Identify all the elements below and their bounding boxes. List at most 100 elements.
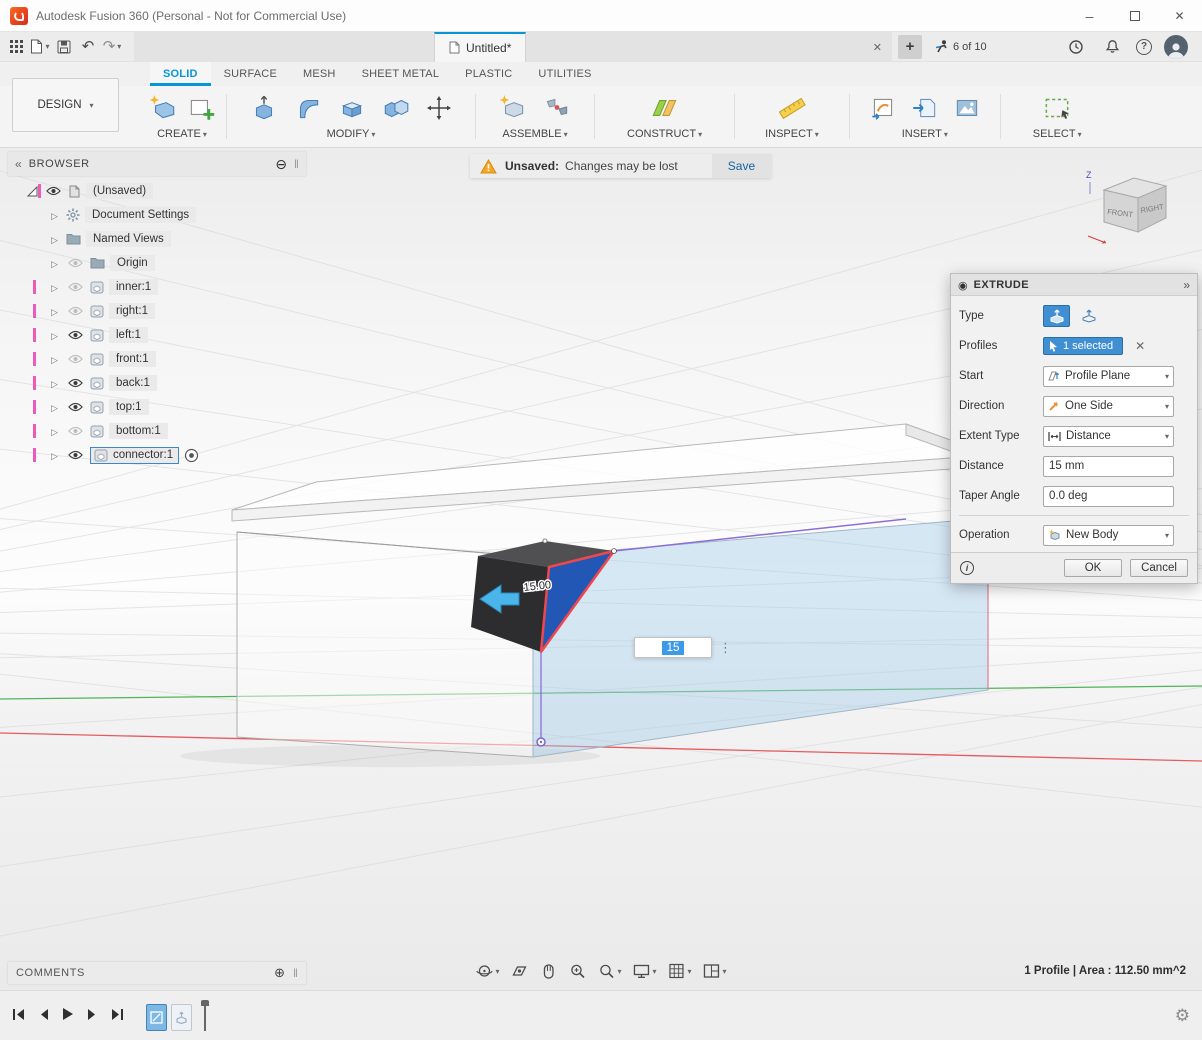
- add-comment-icon[interactable]: [274, 965, 285, 981]
- tree-item-inner[interactable]: inner:1: [8, 275, 306, 299]
- insert-svg-icon[interactable]: [868, 93, 898, 123]
- workspace-selector[interactable]: DESIGN: [12, 78, 119, 132]
- cancel-button[interactable]: Cancel: [1130, 559, 1188, 577]
- go-to-start-button[interactable]: [12, 1008, 25, 1024]
- dimension-input-handle-icon[interactable]: [719, 637, 732, 658]
- pan-icon[interactable]: [537, 960, 559, 982]
- tree-item-connector[interactable]: connector:1: [8, 443, 306, 467]
- ok-button[interactable]: OK: [1064, 559, 1122, 577]
- visibility-eye-icon[interactable]: [44, 186, 63, 196]
- select-dropdown[interactable]: SELECT: [1033, 128, 1082, 140]
- expander-icon[interactable]: [48, 352, 61, 366]
- assemble-dropdown[interactable]: ASSEMBLE: [502, 128, 567, 140]
- tree-item-named-views[interactable]: Named Views: [8, 227, 306, 251]
- tab-utilities[interactable]: UTILITIES: [525, 62, 604, 86]
- notifications-clock-icon[interactable]: [1064, 35, 1088, 59]
- press-pull-icon[interactable]: [249, 93, 279, 123]
- extrude-dialog-header[interactable]: EXTRUDE: [951, 274, 1197, 296]
- expander-icon[interactable]: [48, 280, 61, 294]
- visibility-eye-icon[interactable]: [66, 354, 85, 364]
- tree-item-right[interactable]: right:1: [8, 299, 306, 323]
- construct-plane-icon[interactable]: [649, 93, 681, 123]
- inspect-dropdown[interactable]: INSPECT: [765, 128, 819, 140]
- visibility-eye-icon[interactable]: [66, 258, 85, 268]
- new-component-icon[interactable]: [498, 93, 528, 123]
- visibility-eye-icon[interactable]: [66, 330, 85, 340]
- dialog-dock-icon[interactable]: [1183, 278, 1190, 292]
- tree-item-top[interactable]: top:1: [8, 395, 306, 419]
- timeline-settings-gear-icon[interactable]: [1175, 1006, 1190, 1026]
- zoom-window-button[interactable]: [595, 960, 623, 982]
- close-tab-icon[interactable]: [863, 40, 892, 54]
- visibility-eye-icon[interactable]: [66, 426, 85, 436]
- create-form-icon[interactable]: [148, 93, 178, 123]
- bell-icon[interactable]: [1100, 35, 1124, 59]
- tree-item-document-settings[interactable]: Document Settings: [8, 203, 306, 227]
- expander-icon[interactable]: [48, 448, 61, 462]
- grid-settings-button[interactable]: [666, 960, 694, 982]
- create-sketch-icon[interactable]: [186, 93, 216, 123]
- extent-type-dropdown[interactable]: Distance: [1043, 426, 1174, 447]
- operation-dropdown[interactable]: New Body: [1043, 525, 1174, 546]
- insert-canvas-icon[interactable]: [952, 93, 982, 123]
- tree-item-front[interactable]: front:1: [8, 347, 306, 371]
- new-tab-button[interactable]: [898, 35, 922, 59]
- selected-tree-item[interactable]: connector:1: [90, 447, 179, 464]
- tree-item-document[interactable]: (Unsaved): [8, 179, 306, 203]
- visibility-eye-icon[interactable]: [66, 306, 85, 316]
- joint-icon[interactable]: [542, 93, 572, 123]
- visibility-eye-icon[interactable]: [66, 450, 85, 460]
- extrude-type-thin-button[interactable]: [1075, 305, 1102, 327]
- direction-dropdown[interactable]: One Side: [1043, 396, 1174, 417]
- expander-icon[interactable]: [48, 232, 61, 246]
- tab-solid[interactable]: SOLID: [150, 62, 211, 86]
- tab-sheet-metal[interactable]: SHEET METAL: [349, 62, 453, 86]
- expander-icon[interactable]: [48, 328, 61, 342]
- activate-component-radio-icon[interactable]: [184, 448, 199, 463]
- browser-header[interactable]: BROWSER: [8, 152, 306, 176]
- timeline-position-marker[interactable]: [204, 1001, 206, 1031]
- save-icon[interactable]: [52, 35, 76, 59]
- tree-item-bottom[interactable]: bottom:1: [8, 419, 306, 443]
- modify-dropdown[interactable]: MODIFY: [327, 128, 376, 140]
- help-icon[interactable]: [1136, 39, 1152, 55]
- go-to-end-button[interactable]: [111, 1008, 124, 1024]
- expander-icon[interactable]: [48, 376, 61, 390]
- timeline-extrude-item[interactable]: [171, 1004, 192, 1031]
- visibility-eye-icon[interactable]: [66, 282, 85, 292]
- step-forward-button[interactable]: [87, 1008, 98, 1024]
- look-at-icon[interactable]: [508, 960, 530, 982]
- expander-icon[interactable]: [48, 400, 61, 414]
- viewport[interactable]: 15.00 Unsaved: Changes may be lost Save …: [0, 148, 1202, 990]
- origin-point[interactable]: [537, 738, 545, 746]
- visibility-eye-icon[interactable]: [66, 378, 85, 388]
- expander-icon[interactable]: [48, 304, 61, 318]
- zoom-icon[interactable]: [566, 960, 588, 982]
- expander-icon[interactable]: [48, 256, 61, 270]
- insert-derive-icon[interactable]: [910, 93, 940, 123]
- move-copy-icon[interactable]: [425, 94, 453, 122]
- dimension-input[interactable]: 15: [634, 637, 712, 658]
- tab-plastic[interactable]: PLASTIC: [452, 62, 525, 86]
- measure-icon[interactable]: [776, 93, 808, 123]
- start-dropdown[interactable]: Profile Plane: [1043, 366, 1174, 387]
- expander-icon[interactable]: [48, 208, 61, 222]
- create-dropdown[interactable]: CREATE: [157, 128, 207, 140]
- tab-surface[interactable]: SURFACE: [211, 62, 290, 86]
- tree-item-back[interactable]: back:1: [8, 371, 306, 395]
- save-button[interactable]: Save: [712, 154, 771, 178]
- combine-icon[interactable]: [381, 93, 411, 123]
- step-back-button[interactable]: [38, 1008, 49, 1024]
- timeline-sketch-item[interactable]: [146, 1004, 167, 1031]
- construct-dropdown[interactable]: CONSTRUCT: [627, 128, 702, 140]
- app-grid-icon[interactable]: [4, 35, 28, 59]
- select-icon[interactable]: [1041, 93, 1073, 123]
- minimize-button[interactable]: [1067, 0, 1112, 31]
- saves-badge[interactable]: 6 of 10: [934, 39, 987, 54]
- document-tab[interactable]: Untitled*: [434, 32, 526, 62]
- comments-grip-icon[interactable]: [293, 966, 298, 980]
- orbit-button[interactable]: [473, 960, 501, 982]
- distance-input[interactable]: [1043, 456, 1174, 477]
- close-button[interactable]: [1157, 0, 1202, 31]
- maximize-button[interactable]: [1112, 0, 1157, 31]
